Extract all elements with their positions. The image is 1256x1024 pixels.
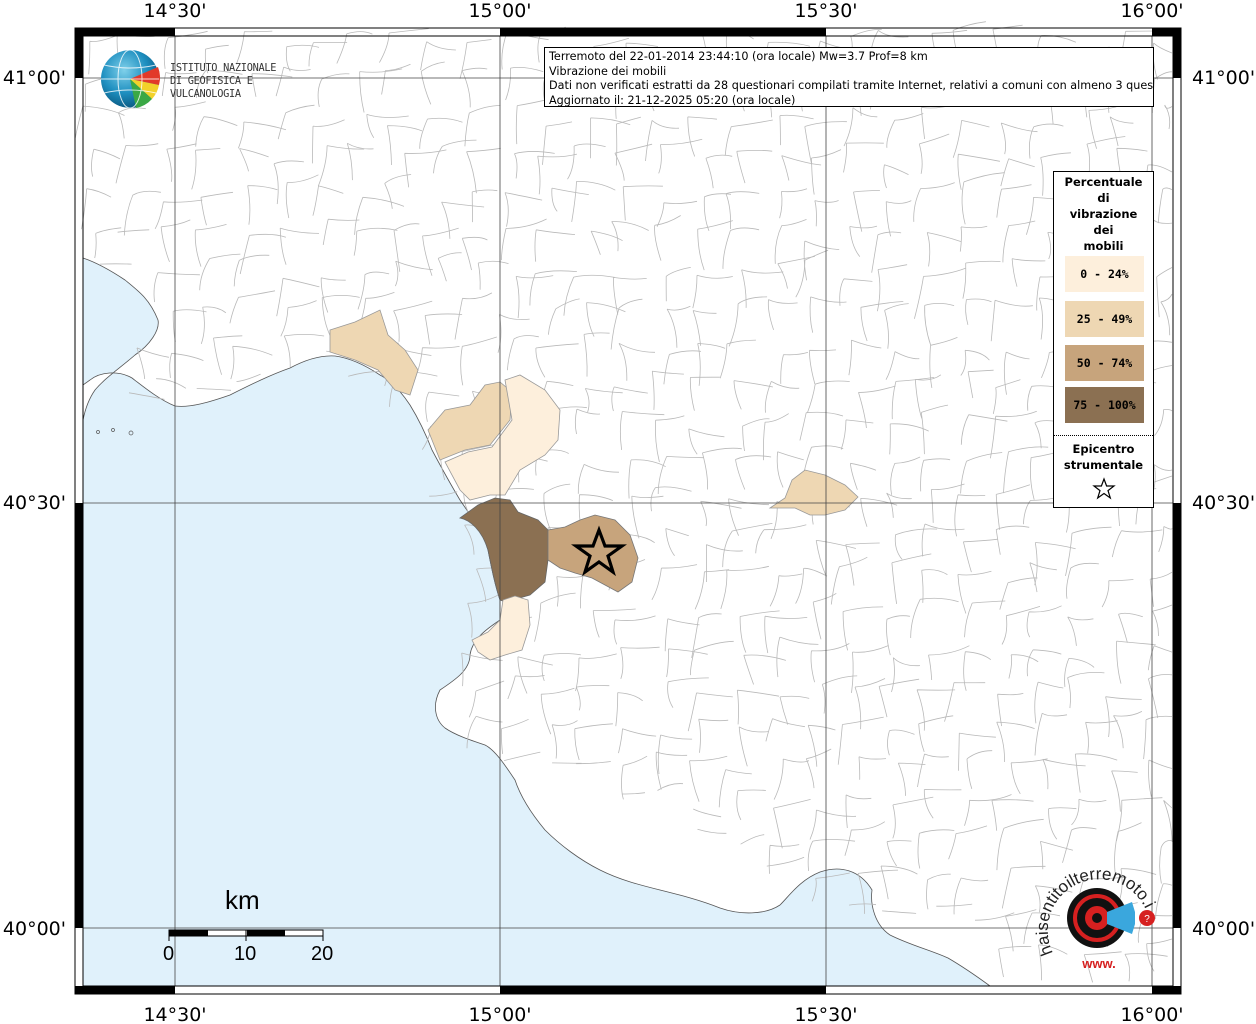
data-note: Dati non verificati estratti da 28 quest… (549, 79, 1154, 92)
coord-bottom-2: 15°00' (468, 1004, 531, 1024)
star-icon (1092, 477, 1116, 500)
legend-label: 75 - 100% (1073, 398, 1136, 412)
epicenter-label-line: strumentale (1063, 458, 1144, 472)
coord-left-1: 41°00' (3, 67, 66, 89)
map-subject: Vibrazione dei mobili (549, 64, 667, 78)
globe-icon (101, 49, 160, 109)
legend-title-line: mobili (1083, 239, 1124, 253)
legend: Percentuale di vibrazione dei mobili 0 -… (1053, 171, 1154, 508)
update-time: Aggiornato il: 21-12-2025 05:20 (ora loc… (549, 93, 796, 107)
hst-www: www. (1081, 956, 1115, 971)
coord-left-3: 40°00' (3, 918, 66, 940)
legend-swatch-75-100: 75 - 100% (1065, 387, 1144, 423)
coord-right-1: 41°00' (1192, 67, 1255, 89)
legend-title: Percentuale di vibrazione dei mobili (1054, 172, 1153, 254)
hst-logo: haisentitoilterremoto.it ? www. (1033, 853, 1165, 978)
legend-label: 50 - 74% (1076, 356, 1133, 370)
coord-bottom-3: 15°30' (794, 1004, 857, 1024)
coord-bottom-4: 16°00' (1120, 1004, 1183, 1024)
epicenter-label-line: Epicentro (1072, 442, 1135, 456)
ingv-logo: ISTITUTO NAZIONALE DI GEOFISICA E VULCAN… (100, 47, 320, 111)
hst-logo-graphic: haisentitoilterremoto.it ? www. (1033, 853, 1159, 971)
scale-tick-10: 10 (234, 943, 257, 965)
scale-tick-20: 20 (311, 943, 334, 965)
svg-text:?: ? (1144, 914, 1150, 925)
coord-top-3: 15°30' (794, 0, 857, 22)
ingv-line2: DI GEOFISICA E VULCANOLOGIA (170, 75, 253, 100)
event-info: Terremoto del 22-01-2014 23:44:10 (ora l… (549, 50, 928, 63)
coord-right-2: 40°30' (1192, 492, 1255, 514)
legend-label: 0 - 24% (1080, 267, 1129, 281)
coord-top-2: 15°00' (468, 0, 531, 22)
coord-bottom-1: 14°30' (143, 1004, 206, 1024)
legend-title-line: dei (1093, 223, 1114, 237)
coord-top-1: 14°30' (143, 0, 206, 22)
scale-bar: km 0 10 20 (150, 885, 350, 975)
epicenter-label: Epicentro strumentale (1054, 441, 1153, 473)
info-box: Terremoto del 22-01-2014 23:44:10 (ora l… (544, 47, 1154, 107)
coord-left-2: 40°30' (3, 492, 66, 514)
legend-title-line: di (1097, 191, 1110, 205)
legend-swatch-50-74: 50 - 74% (1065, 345, 1144, 381)
scale-bar-graphic (168, 929, 324, 941)
coord-right-3: 40°00' (1192, 918, 1255, 940)
legend-swatch-25-49: 25 - 49% (1065, 301, 1144, 337)
scale-tick-0: 0 (163, 943, 175, 965)
ingv-line1: ISTITUTO NAZIONALE (170, 62, 277, 74)
coord-top-4: 16°00' (1120, 0, 1183, 22)
scale-unit: km (225, 885, 260, 915)
legend-swatch-0-24: 0 - 24% (1065, 256, 1144, 292)
legend-label: 25 - 49% (1076, 312, 1133, 326)
legend-divider (1054, 435, 1153, 436)
legend-title-line: vibrazione (1069, 207, 1138, 221)
legend-title-line: Percentuale (1064, 175, 1143, 189)
